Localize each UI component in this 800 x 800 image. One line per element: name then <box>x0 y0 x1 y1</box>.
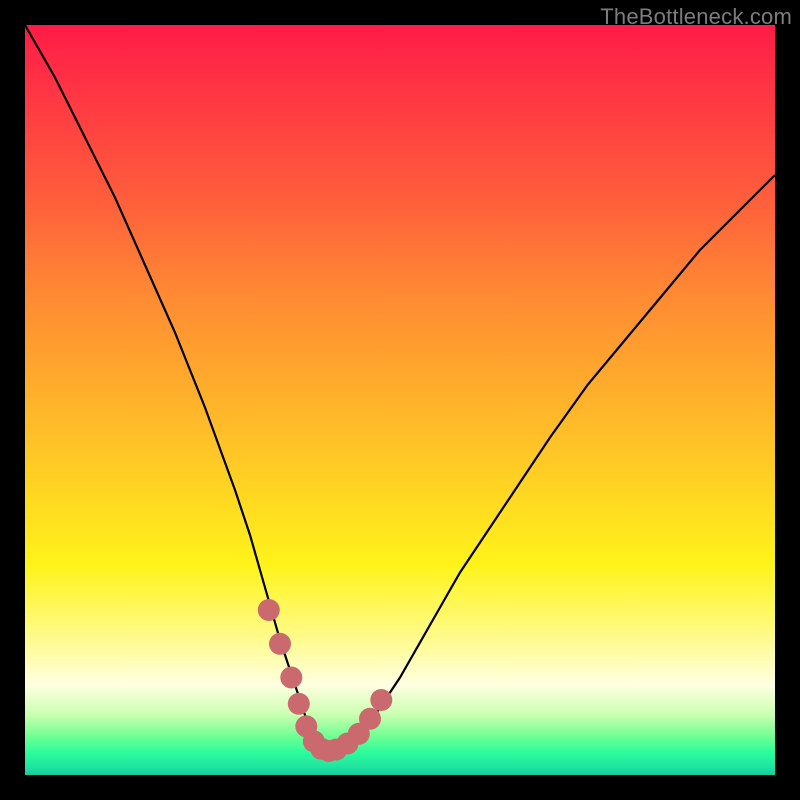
curve-group <box>25 25 775 753</box>
chart-frame <box>25 25 775 775</box>
curve-marker <box>280 667 302 689</box>
curve-marker <box>288 693 310 715</box>
curve-marker <box>359 708 381 730</box>
bottleneck-curve <box>25 25 775 753</box>
watermark-text: TheBottleneck.com <box>600 4 792 30</box>
curve-marker <box>258 599 280 621</box>
marker-group <box>258 599 393 762</box>
chart-svg <box>25 25 775 775</box>
curve-marker <box>370 689 392 711</box>
curve-marker <box>269 633 291 655</box>
